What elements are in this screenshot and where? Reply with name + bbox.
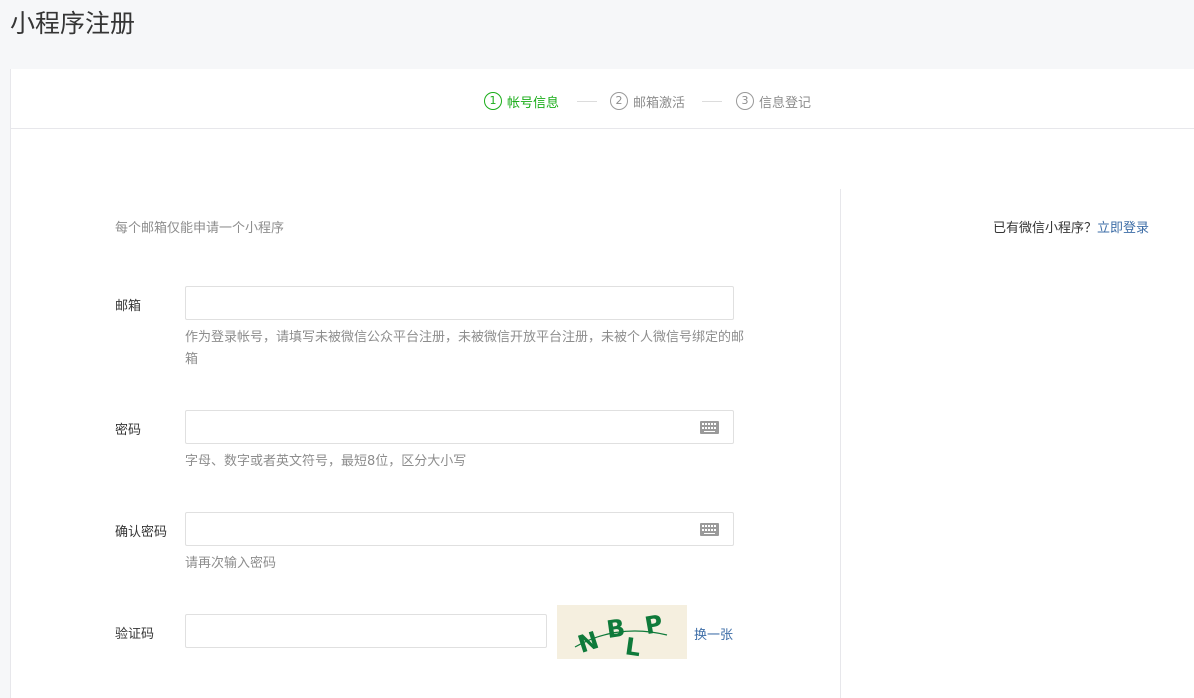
captcha-char-4: P	[643, 610, 665, 641]
step-info-registration: 3 信息登记	[736, 91, 811, 111]
confirm-password-field-wrapper	[185, 512, 734, 546]
confirm-password-label: 确认密码	[115, 525, 168, 540]
step-account-info: 1 帐号信息	[484, 91, 559, 111]
login-link[interactable]: 立即登录	[1097, 221, 1149, 236]
login-prompt: 已有微信小程序？	[992, 221, 1097, 236]
captcha-image[interactable]: N B L P	[557, 605, 687, 662]
email-label: 邮箱	[115, 299, 142, 314]
confirm-password-field[interactable]	[186, 513, 733, 545]
refresh-captcha-link[interactable]: 换一张	[694, 624, 733, 643]
step-2-number: 2	[610, 92, 628, 110]
captcha-char-2: B	[605, 614, 627, 644]
email-field-wrapper	[185, 286, 734, 320]
page-title: 小程序注册	[10, 9, 136, 38]
step-2-label: 邮箱激活	[633, 95, 686, 111]
step-separator	[702, 101, 722, 102]
keyboard-icon[interactable]	[700, 421, 719, 434]
password-label: 密码	[115, 423, 142, 438]
email-field[interactable]	[186, 287, 733, 319]
captcha-field-wrapper	[185, 614, 547, 648]
step-separator	[577, 101, 597, 102]
confirm-password-hint: 请再次输入密码	[185, 556, 277, 571]
password-hint: 字母、数字或者英文符号，最短8位，区分大小写	[185, 454, 467, 469]
registration-card: 1 帐号信息 2 邮箱激活 3 信息登记 每个邮箱仅能申请一个小程序 已有微信小…	[10, 69, 1194, 698]
keyboard-icon[interactable]	[700, 523, 719, 536]
step-email-activation: 2 邮箱激活	[610, 91, 685, 111]
step-1-number: 1	[484, 92, 502, 110]
email-hint: 作为登录帐号，请填写未被微信公众平台注册，未被微信开放平台注册，未被个人微信号绑…	[185, 330, 745, 367]
step-indicator: 1 帐号信息 2 邮箱激活 3 信息登记	[11, 69, 1194, 129]
captcha-label: 验证码	[115, 627, 155, 642]
vertical-divider	[840, 189, 841, 698]
captcha-char-1: N	[574, 626, 602, 659]
captcha-glyphs: N B L P	[574, 610, 668, 662]
login-hint: 已有微信小程序？立即登录	[993, 217, 1149, 236]
form-notice: 每个邮箱仅能申请一个小程序	[115, 221, 285, 236]
step-3-label: 信息登记	[759, 95, 812, 111]
step-3-number: 3	[736, 92, 754, 110]
captcha-char-3: L	[623, 632, 642, 659]
step-1-label: 帐号信息	[507, 95, 560, 111]
captcha-field[interactable]	[186, 615, 546, 647]
password-field-wrapper	[185, 410, 734, 444]
password-field[interactable]	[186, 411, 733, 443]
